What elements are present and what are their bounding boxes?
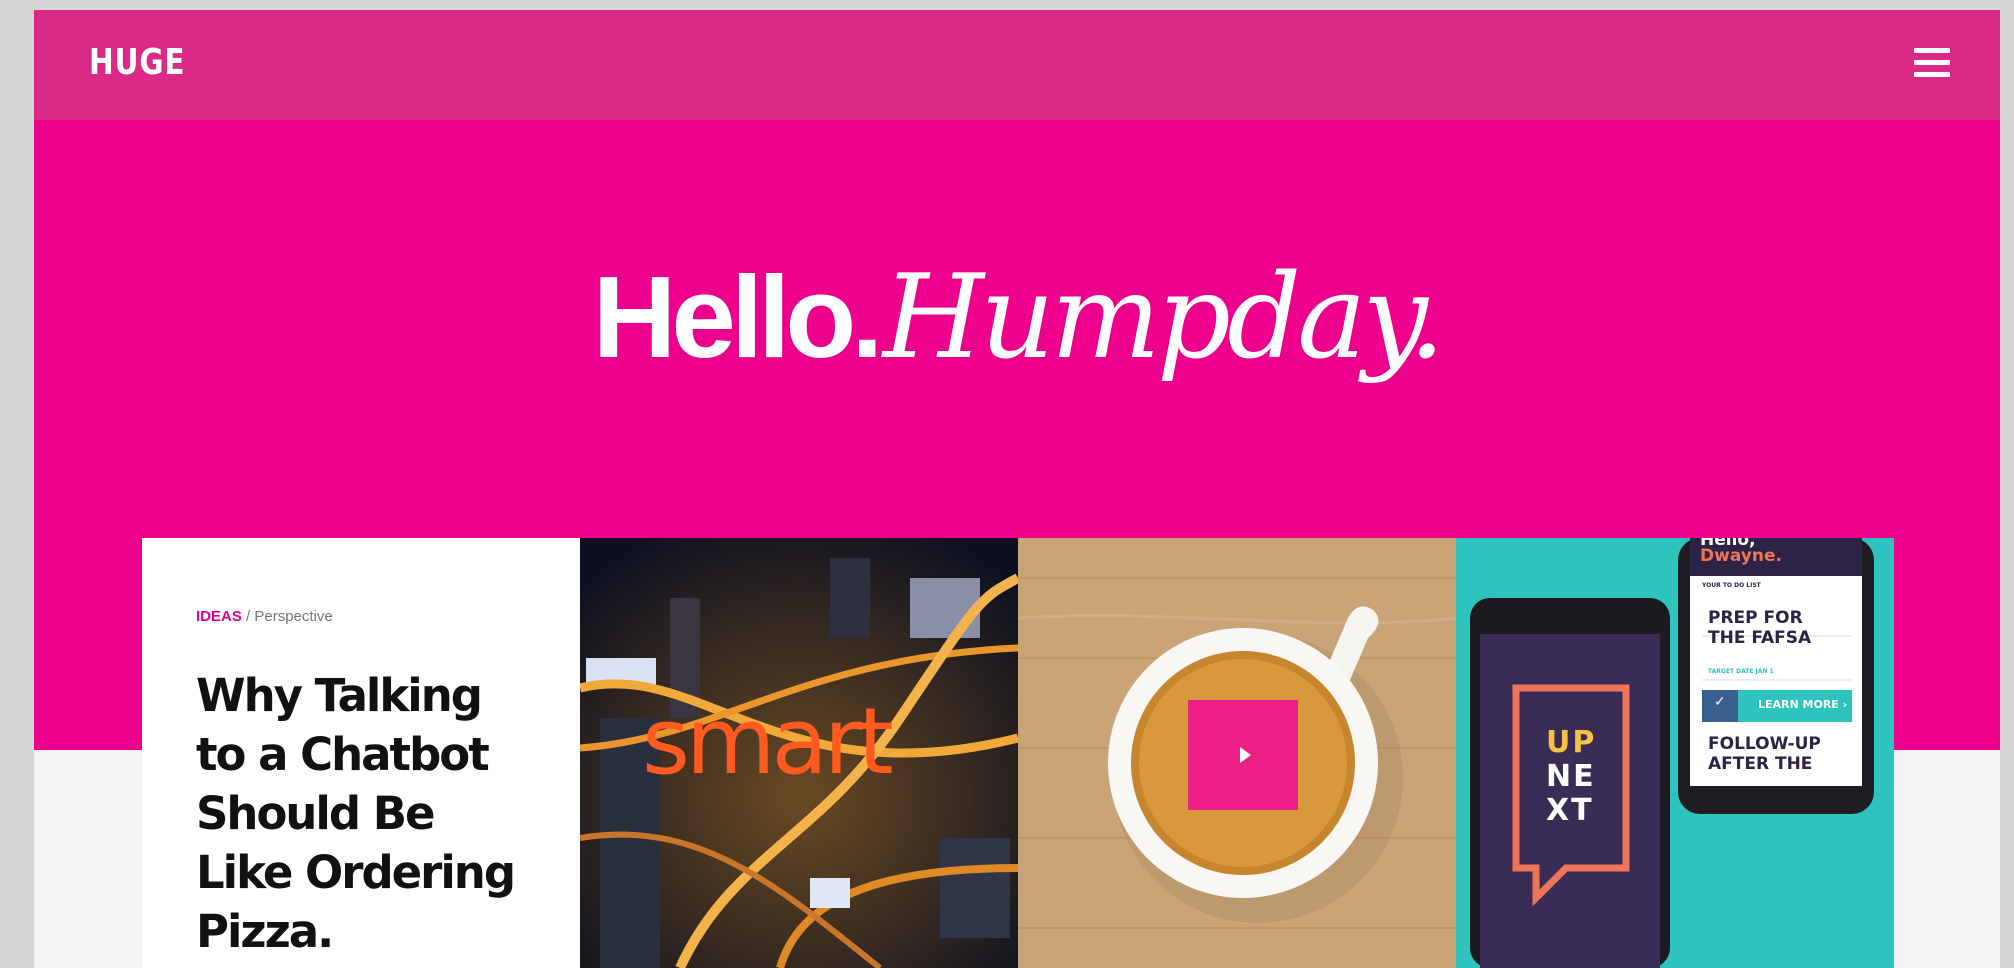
headline-line: Pizza. (196, 905, 334, 958)
task-target-date: TARGET DATE JAN 1 (1708, 668, 1774, 675)
category-perspective: Perspective (254, 608, 333, 625)
up-next-line: UP (1546, 725, 1597, 760)
featured-cards: IDEAS / Perspective Why Talking to a Cha… (142, 538, 1894, 968)
top-navigation-bar: HUGE (34, 10, 2000, 120)
article-category: IDEAS / Perspective (196, 608, 333, 625)
task-follow-up[interactable]: FOLLOW-UP AFTER THE (1708, 734, 1821, 774)
headline-line: Why Talking (196, 669, 483, 722)
headline-line: to a Chatbot (196, 728, 490, 781)
greeting-name: Dwayne. (1700, 546, 1782, 566)
task-line: FOLLOW-UP (1708, 734, 1821, 754)
up-next-line: NE (1546, 759, 1596, 794)
learn-more-button[interactable]: LEARN MORE › (1758, 698, 1847, 711)
hero-day: Humpday. (882, 250, 1446, 385)
article-headline[interactable]: Why Talking to a Chatbot Should Be Like … (196, 666, 536, 961)
check-icon: ✓ (1714, 694, 1726, 710)
learn-more-label: LEARN MORE (1758, 698, 1839, 711)
todo-list-label: YOUR TO DO LIST (1702, 582, 1761, 589)
smart-overlay-text: smart (642, 688, 894, 795)
task-line: AFTER THE (1708, 754, 1813, 774)
page-frame: HUGE Hello. Humpday. IDEAS / Perspective… (34, 10, 2000, 968)
phones-illustration (1456, 538, 1894, 968)
task-line: THE FAFSA (1708, 628, 1812, 648)
hamburger-menu-icon[interactable] (1914, 48, 1950, 78)
play-icon[interactable] (1188, 700, 1298, 810)
headline-line: Should Be (196, 787, 436, 840)
hero-heading: Hello. Humpday. (34, 250, 2000, 385)
category-ideas-link[interactable]: IDEAS (196, 608, 242, 625)
task-prep-fafsa[interactable]: PREP FOR THE FAFSA (1708, 608, 1811, 648)
article-card-chatbot[interactable]: IDEAS / Perspective Why Talking to a Cha… (142, 538, 580, 968)
up-next-badge: UP NE XT (1546, 726, 1596, 828)
city-smart-card[interactable]: smart (580, 538, 1018, 968)
task-line: PREP FOR (1708, 608, 1803, 628)
hero-greeting: Hello. (592, 252, 884, 382)
app-phones-card[interactable]: Hello, Dwayne. YOUR TO DO LIST PREP FOR … (1456, 538, 1894, 968)
huge-logo[interactable]: HUGE (89, 42, 185, 83)
up-next-line: XT (1546, 793, 1594, 828)
coffee-video-card[interactable] (1018, 538, 1456, 968)
headline-line: Like Ordering (196, 846, 516, 899)
